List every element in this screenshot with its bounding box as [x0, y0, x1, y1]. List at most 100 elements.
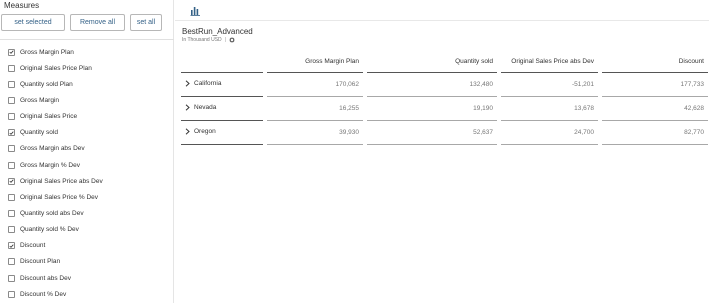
gear-icon[interactable] — [229, 37, 235, 43]
measure-label: Gross Margin abs Dev — [20, 145, 85, 153]
measure-item[interactable]: Gross Margin Plan — [0, 44, 174, 60]
set-selected-button[interactable]: set selected — [1, 14, 65, 31]
measures-button-row: set selected Remove all set all — [0, 14, 174, 31]
measure-label: Original Sales Price % Dev — [20, 193, 99, 201]
checkbox-unchecked[interactable] — [8, 64, 15, 72]
chevron-right-icon — [185, 128, 190, 135]
row-expander[interactable]: Nevada — [185, 104, 216, 111]
table-cell[interactable]: 170,062 — [267, 73, 363, 97]
row-dimension-cell: Oregon — [181, 121, 263, 145]
row-label: Nevada — [194, 104, 217, 111]
table-cell[interactable]: 52,637 — [367, 121, 497, 145]
row-label: California — [194, 80, 222, 87]
table-header-row: Gross Margin Plan Quantity sold Original… — [181, 51, 708, 73]
measure-label: Quantity sold — [20, 129, 58, 137]
measure-item[interactable]: Original Sales Price % Dev — [0, 189, 174, 205]
checkbox-unchecked[interactable] — [8, 290, 15, 298]
measure-item[interactable]: Gross Margin abs Dev — [0, 141, 174, 157]
measure-item[interactable]: Discount Plan — [0, 254, 174, 270]
measure-label: Gross Margin — [20, 96, 60, 104]
checkbox-unchecked[interactable] — [8, 193, 15, 201]
measure-item[interactable]: Original Sales Price — [0, 109, 174, 125]
data-table: Gross Margin Plan Quantity sold Original… — [181, 51, 708, 145]
table-cell[interactable]: 132,480 — [367, 73, 497, 97]
row-dimension-cell: Nevada — [181, 97, 263, 121]
table-title: BestRun_Advanced — [182, 27, 253, 36]
checkbox-unchecked[interactable] — [8, 113, 15, 121]
panel-title: Measures — [4, 1, 40, 10]
checkmark-icon — [9, 131, 14, 135]
unit-label: In Thousand USD — [182, 37, 222, 43]
table-cell[interactable]: -51,201 — [501, 73, 598, 97]
measure-list: Gross Margin Plan Original Sales Price Pl… — [0, 44, 174, 302]
measure-label: Discount abs Dev — [20, 274, 71, 282]
measure-label: Discount — [20, 242, 46, 250]
measure-item[interactable]: Original Sales Price abs Dev — [0, 173, 174, 189]
measure-label: Quantity sold Plan — [20, 80, 73, 88]
measure-label: Original Sales Price — [20, 113, 78, 121]
measure-label: Discount % Dev — [20, 290, 67, 298]
checkbox-checked[interactable] — [8, 129, 15, 137]
table-cell[interactable]: 42,628 — [602, 97, 708, 121]
checkmark-icon — [9, 50, 14, 54]
measure-item[interactable]: Quantity sold — [0, 125, 174, 141]
table-cell[interactable]: 39,930 — [267, 121, 363, 145]
toolbar — [175, 0, 709, 21]
checkbox-unchecked[interactable] — [8, 226, 15, 234]
measure-item[interactable]: Original Sales Price Plan — [0, 60, 174, 76]
table-row: Oregon 39,930 52,637 24,700 82,770 — [181, 121, 708, 145]
table-row: California 170,062 132,480 -51,201 177,733 — [181, 73, 708, 97]
bar-chart-icon[interactable] — [190, 5, 201, 16]
table-cell[interactable]: 24,700 — [501, 121, 598, 145]
set-all-button[interactable]: set all — [130, 14, 162, 31]
measure-item[interactable]: Quantity sold % Dev — [0, 222, 174, 238]
checkmark-icon — [9, 179, 14, 184]
checkbox-unchecked[interactable] — [8, 96, 15, 104]
checkmark-icon — [9, 244, 14, 248]
column-header-gross-margin-plan[interactable]: Gross Margin Plan — [267, 51, 363, 73]
table-area: BestRun_Advanced In Thousand USD | Gross — [175, 0, 709, 303]
checkbox-unchecked[interactable] — [8, 145, 15, 153]
row-expander[interactable]: California — [185, 80, 221, 87]
measure-item[interactable]: Gross Margin — [0, 92, 174, 108]
measure-label: Original Sales Price Plan — [20, 64, 92, 72]
row-label: Oregon — [194, 128, 216, 135]
checkbox-unchecked[interactable] — [8, 209, 15, 217]
measure-label: Quantity sold abs Dev — [20, 209, 84, 217]
measure-item[interactable]: Discount abs Dev — [0, 270, 174, 286]
checkbox-unchecked[interactable] — [8, 258, 15, 266]
measure-label: Discount Plan — [20, 258, 61, 266]
checkbox-unchecked[interactable] — [8, 274, 15, 282]
row-dimension-cell: California — [181, 73, 263, 97]
table-subtitle: In Thousand USD | — [182, 37, 235, 43]
table-cell[interactable]: 82,770 — [602, 121, 708, 145]
measure-item[interactable]: Gross Margin % Dev — [0, 157, 174, 173]
column-header-original-sales-price-abs-dev[interactable]: Original Sales Price abs Dev — [501, 51, 598, 73]
panel-divider — [0, 39, 174, 40]
table-cell[interactable]: 177,733 — [602, 73, 708, 97]
column-header-discount[interactable]: Discount — [602, 51, 708, 73]
table-cell[interactable]: 13,678 — [501, 97, 598, 121]
measure-item[interactable]: Discount — [0, 238, 174, 254]
measure-item[interactable]: Discount % Dev — [0, 286, 174, 302]
checkbox-checked[interactable] — [8, 177, 15, 185]
chevron-right-icon — [185, 80, 190, 87]
measure-label: Gross Margin % Dev — [20, 161, 80, 169]
measure-item[interactable]: Quantity sold abs Dev — [0, 205, 174, 221]
dimension-header — [181, 51, 263, 73]
chevron-right-icon — [185, 104, 190, 111]
column-header-quantity-sold[interactable]: Quantity sold — [367, 51, 497, 73]
measure-label: Gross Margin Plan — [20, 48, 74, 56]
checkbox-checked[interactable] — [8, 242, 15, 250]
subtitle-separator: | — [224, 37, 226, 43]
row-expander[interactable]: Oregon — [185, 128, 216, 135]
table-cell[interactable]: 19,190 — [367, 97, 497, 121]
measure-item[interactable]: Quantity sold Plan — [0, 76, 174, 92]
table-cell[interactable]: 16,255 — [267, 97, 363, 121]
remove-all-button[interactable]: Remove all — [70, 14, 125, 31]
checkbox-checked[interactable] — [8, 48, 15, 56]
checkbox-unchecked[interactable] — [8, 80, 15, 88]
measures-panel: Measures set selected Remove all set all… — [0, 0, 174, 303]
checkbox-unchecked[interactable] — [8, 161, 15, 169]
measure-label: Quantity sold % Dev — [20, 226, 79, 234]
